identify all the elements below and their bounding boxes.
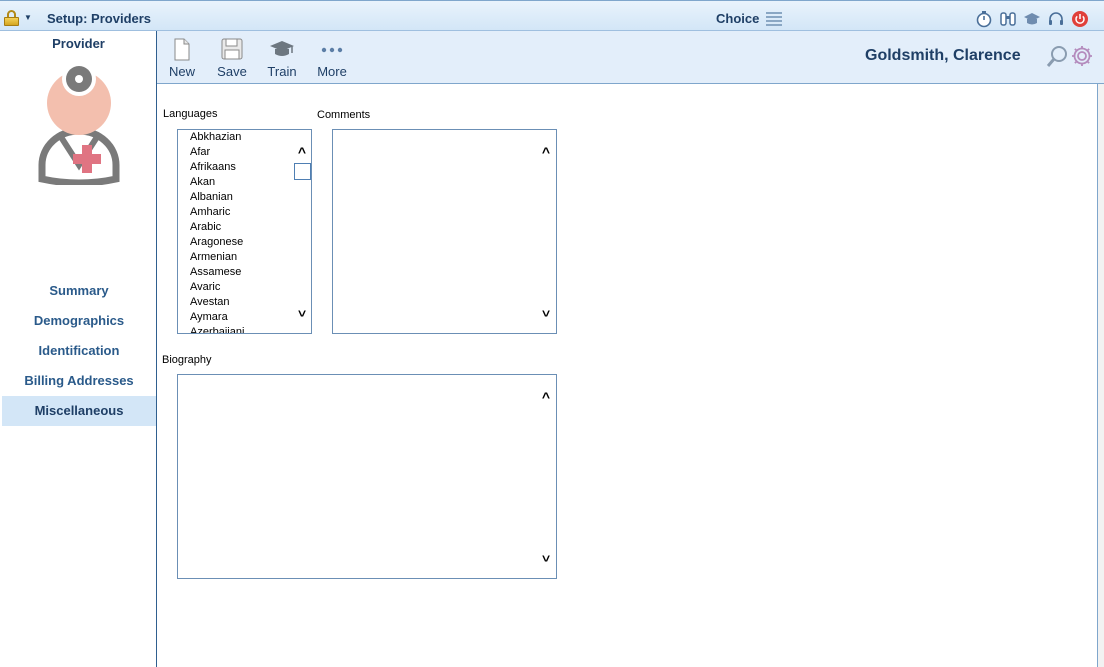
sidebar-item-miscellaneous[interactable]: Miscellaneous [2, 396, 156, 426]
train-button[interactable]: Train [258, 37, 306, 79]
search-icon[interactable] [1046, 45, 1068, 69]
gear-icon[interactable] [1071, 45, 1093, 67]
scroll-up-icon[interactable]: ^ [295, 145, 309, 159]
scroll-down-icon[interactable]: ^ [295, 304, 309, 320]
language-option[interactable]: Aymara [190, 310, 290, 325]
sidebar-nav: Summary Demographics Identification Bill… [2, 276, 156, 426]
language-option[interactable]: Aragonese [190, 235, 290, 250]
power-icon[interactable] [1071, 10, 1089, 28]
more-button[interactable]: More [308, 37, 356, 79]
languages-label: Languages [163, 108, 218, 120]
biography-label: Biography [162, 354, 212, 366]
languages-listbox[interactable]: Abkhazian Afar Afrikaans Akan Albanian Amhari… [177, 129, 312, 334]
graduation-cap-icon [258, 37, 306, 61]
language-option[interactable]: Avestan [190, 295, 290, 310]
language-option[interactable]: Abkhazian [190, 130, 290, 145]
scroll-up-icon[interactable]: ^ [539, 145, 553, 159]
save-button[interactable]: Save [208, 37, 256, 79]
sidebar-item-summary[interactable]: Summary [2, 276, 156, 306]
save-label: Save [217, 64, 247, 79]
new-button[interactable]: New [158, 37, 206, 79]
language-option[interactable]: Akan [190, 175, 290, 190]
language-option[interactable]: Afar [190, 145, 290, 160]
more-label: More [317, 64, 347, 79]
toolbar: New Save Train More Goldsmith, Clarence [157, 31, 1104, 84]
new-label: New [168, 64, 195, 79]
doctor-avatar-icon [36, 61, 122, 187]
sidebar-title: Provider [52, 36, 105, 51]
more-dots-icon [308, 37, 356, 61]
sidebar-item-identification[interactable]: Identification [2, 336, 156, 366]
language-option[interactable]: Albanian [190, 190, 290, 205]
scroll-down-icon[interactable]: ^ [539, 549, 553, 565]
train-label: Train [267, 64, 297, 79]
graduation-cap-icon[interactable] [1023, 10, 1041, 28]
language-option[interactable]: Arabic [190, 220, 290, 235]
title-bar: ▼ Setup: Providers Choice [0, 0, 1104, 31]
scrollbar-track[interactable] [1097, 84, 1104, 667]
binoculars-icon[interactable] [999, 10, 1017, 28]
languages-list: Abkhazian Afar Afrikaans Akan Albanian Amhari… [190, 130, 290, 333]
scroll-down-icon[interactable]: ^ [539, 304, 553, 320]
scroll-up-icon[interactable]: ^ [539, 390, 553, 404]
language-option[interactable]: Azerbaijani [190, 325, 290, 333]
lock-icon[interactable] [4, 10, 19, 26]
new-document-icon [158, 37, 206, 61]
provider-name: Goldsmith, Clarence [865, 47, 1021, 64]
language-option[interactable]: Armenian [190, 250, 290, 265]
chevron-down-icon[interactable]: ▼ [24, 13, 32, 22]
biography-textarea[interactable]: ^ ^ [177, 374, 557, 579]
list-menu-icon[interactable] [766, 12, 782, 26]
timer-icon[interactable] [975, 10, 993, 28]
language-option[interactable]: Assamese [190, 265, 290, 280]
main-panel: Languages Comments Abkhazian Afar Afrikaan… [157, 84, 1098, 667]
app-title: Setup: Providers [47, 11, 152, 26]
checkbox[interactable] [294, 163, 311, 180]
sidebar: Provider Summary Demographics Identifica… [0, 31, 157, 667]
save-disk-icon [208, 37, 256, 61]
comments-textarea[interactable]: ^ ^ [332, 129, 557, 334]
sidebar-item-billing-addresses[interactable]: Billing Addresses [2, 366, 156, 396]
language-option[interactable]: Amharic [190, 205, 290, 220]
comments-label: Comments [317, 109, 371, 121]
headset-icon[interactable] [1047, 10, 1065, 28]
sidebar-item-demographics[interactable]: Demographics [2, 306, 156, 336]
choice-label[interactable]: Choice [716, 11, 759, 26]
language-option[interactable]: Afrikaans [190, 160, 290, 175]
language-option[interactable]: Avaric [190, 280, 290, 295]
